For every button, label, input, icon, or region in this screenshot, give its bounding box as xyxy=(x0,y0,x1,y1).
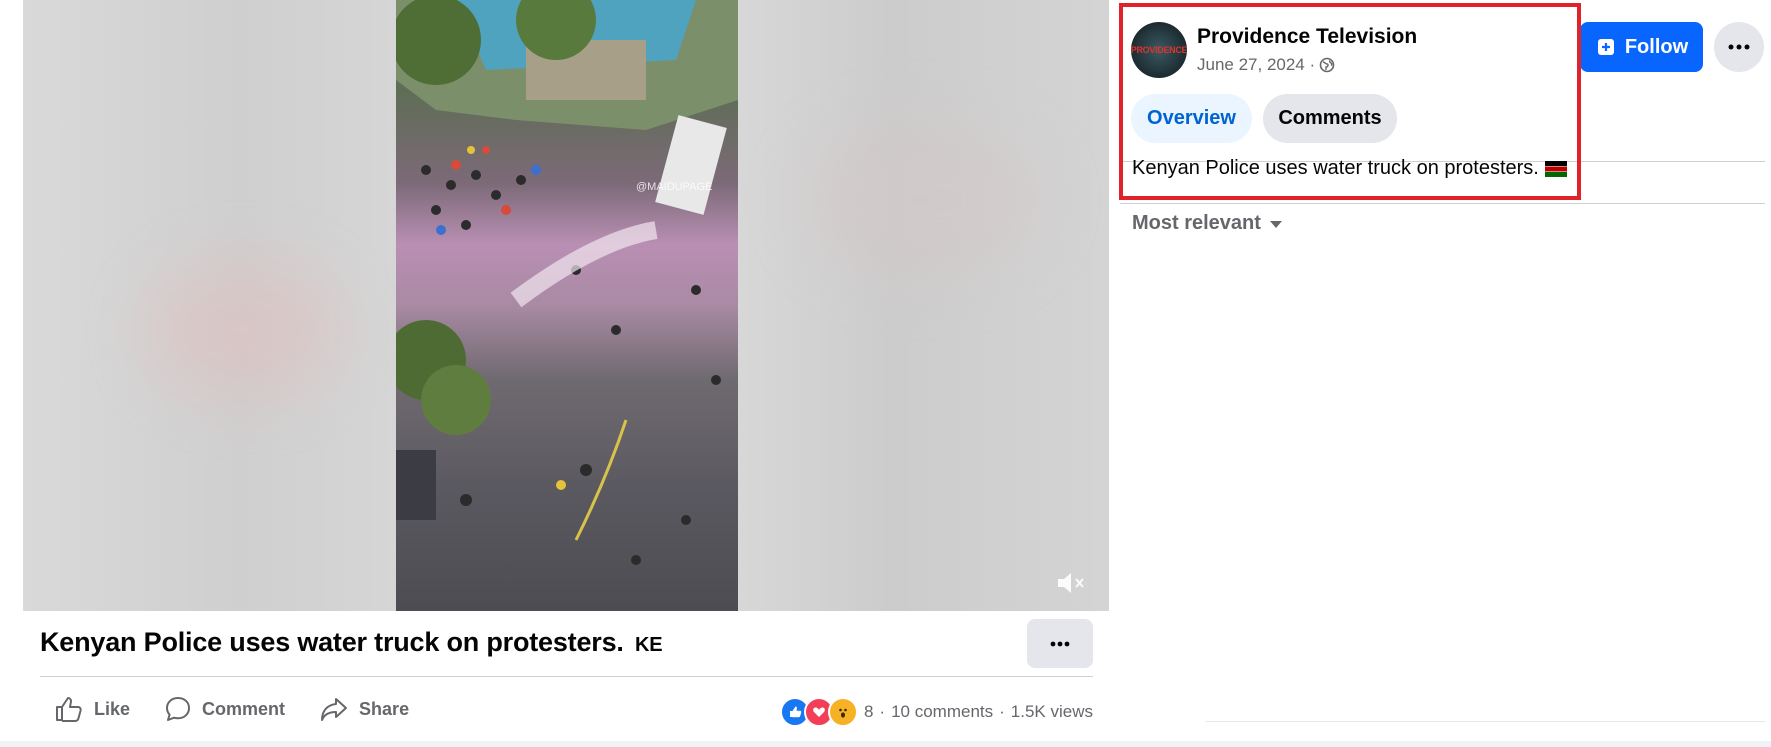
thumbs-up-icon xyxy=(56,697,82,722)
share-label: Share xyxy=(359,698,410,719)
post-caption-text: Kenyan Police uses water truck on protes… xyxy=(1132,157,1539,179)
page-options-button[interactable] xyxy=(1714,22,1764,72)
video-watermark: @MAIDUPAGE xyxy=(636,181,712,193)
comment-label: Comment xyxy=(202,698,286,719)
divider xyxy=(40,676,1093,677)
background-blur xyxy=(803,120,1043,280)
share-icon xyxy=(321,698,348,721)
comment-button[interactable]: Comment xyxy=(162,695,301,723)
flag-code: KE xyxy=(635,634,663,656)
tab-overview[interactable]: Overview xyxy=(1131,94,1252,143)
like-button[interactable]: Like xyxy=(52,695,146,723)
follow-label: Follow xyxy=(1624,35,1689,58)
reactions-count[interactable]: 8 xyxy=(864,702,873,722)
more-horizontal-icon xyxy=(1050,641,1070,646)
stats-separator: · xyxy=(879,702,886,721)
follow-button[interactable]: Follow xyxy=(1580,22,1703,72)
more-horizontal-icon xyxy=(1728,44,1750,50)
post-title: Kenyan Police uses water truck on protes… xyxy=(40,627,663,658)
globe-icon xyxy=(1319,57,1335,73)
page-avatar[interactable]: PROVIDENCE xyxy=(1131,22,1187,78)
action-bar: Like Comment Share xyxy=(52,692,441,726)
comments-count[interactable]: 10 comments xyxy=(891,702,993,722)
reaction-icons[interactable] xyxy=(779,697,858,727)
page-name[interactable]: Providence Television xyxy=(1197,25,1417,49)
tab-comments[interactable]: Comments xyxy=(1263,94,1397,143)
divider xyxy=(1206,721,1765,722)
post-title-text: Kenyan Police uses water truck on protes… xyxy=(40,627,624,657)
views-count: 1.5K views xyxy=(1010,702,1093,721)
video-frame[interactable]: @MAIDUPAGE xyxy=(396,0,738,611)
comment-sort-dropdown[interactable]: Most relevant xyxy=(1132,212,1283,235)
post-options-button[interactable] xyxy=(1027,619,1093,668)
like-label: Like xyxy=(94,698,131,719)
video-player[interactable]: @MAIDUPAGE xyxy=(23,0,1109,611)
background-blur xyxy=(143,260,343,400)
post-stats: 8 · 10 comments · 1.5K views xyxy=(779,697,1093,727)
follow-page-icon xyxy=(1597,39,1614,55)
wow-reaction-icon xyxy=(827,697,858,727)
video-still: @MAIDUPAGE xyxy=(396,0,738,565)
comment-icon xyxy=(166,697,191,721)
stats-separator: · xyxy=(999,702,1005,721)
mute-icon[interactable] xyxy=(1055,569,1087,597)
post-date: June 27, 2024 · xyxy=(1197,55,1335,75)
post-date-text[interactable]: June 27, 2024 · xyxy=(1197,55,1315,75)
kenya-flag-icon xyxy=(1544,160,1567,177)
share-button[interactable]: Share xyxy=(317,695,425,723)
post-caption: Kenyan Police uses water truck on protes… xyxy=(1132,157,1567,180)
page-bottom-bar xyxy=(0,741,1771,747)
divider xyxy=(1120,203,1765,204)
sort-label: Most relevant xyxy=(1132,212,1261,234)
avatar-logo-icon: PROVIDENCE xyxy=(1131,45,1187,55)
caret-down-icon xyxy=(1269,220,1282,228)
